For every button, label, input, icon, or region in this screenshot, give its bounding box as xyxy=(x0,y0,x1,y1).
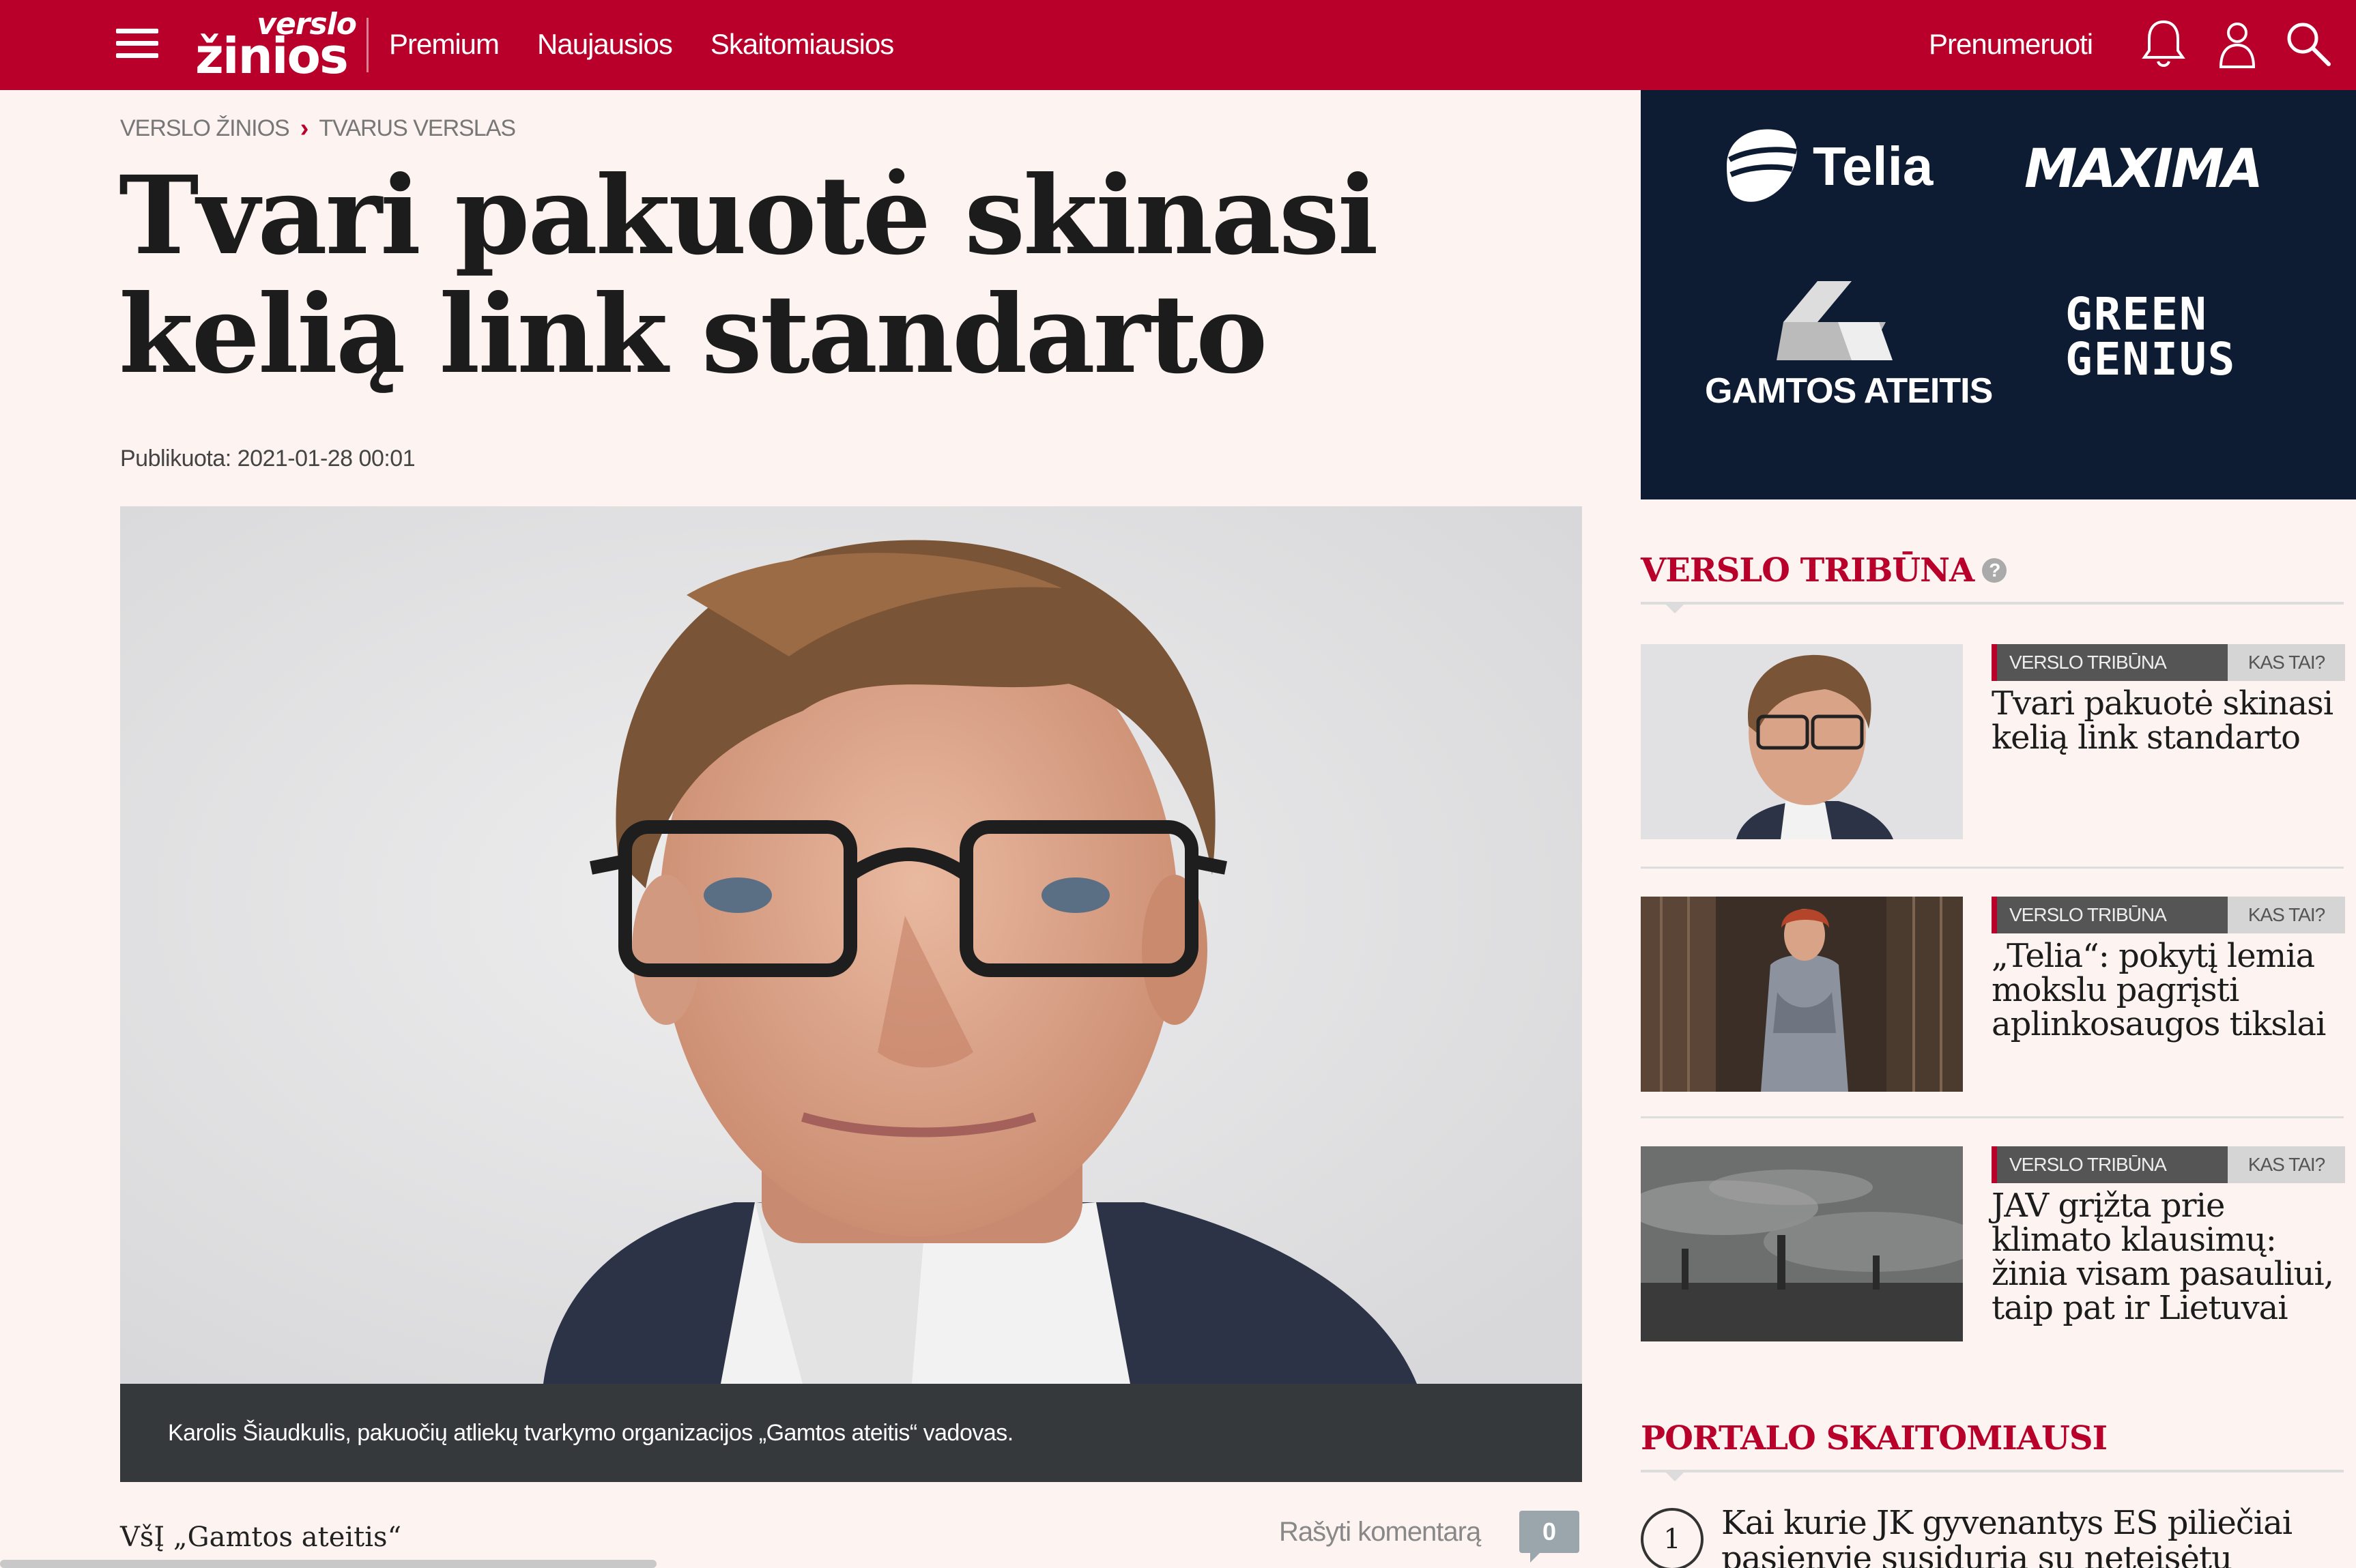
section-divider xyxy=(1641,602,2344,613)
section-title-tribuna: VERSLO TRIBŪNA ? xyxy=(1641,550,2007,591)
sidebar-article-card[interactable]: VERSLO TRIBŪNA KAS TAI? Tvari pakuotė ski… xyxy=(1641,644,2356,839)
photo-caption: Karolis Šiaudkulis, pakuočių atliekų tva… xyxy=(120,1384,1582,1482)
sidebar-article-card[interactable]: VERSLO TRIBŪNA KAS TAI? JAV grįžta prie k… xyxy=(1641,1146,2356,1341)
card-divider xyxy=(1641,867,2344,869)
nav-premium[interactable]: Premium xyxy=(389,22,500,67)
horizontal-scrollbar[interactable] xyxy=(0,1560,657,1568)
nav-most-read[interactable]: Skaitomiausios xyxy=(710,22,894,67)
card-tag[interactable]: VERSLO TRIBŪNA xyxy=(1992,1146,2228,1183)
card-tag[interactable]: VERSLO TRIBŪNA xyxy=(1992,897,2228,933)
section-title-text: VERSLO TRIBŪNA xyxy=(1641,551,1974,590)
card-tag[interactable]: VERSLO TRIBŪNA xyxy=(1992,644,2228,681)
maxima-logo: MAXIMA xyxy=(2024,139,2263,200)
article-title: Tvari pakuotė skinasi kelią link standar… xyxy=(119,153,1379,398)
green-genius-logo: GREEN GENIUS xyxy=(2065,292,2236,382)
card-divider xyxy=(1641,1116,2344,1118)
telia-wordmark: Telia xyxy=(1813,136,1934,197)
breadcrumb: VERSLO ŽINIOS › TVARUS VERSLAS xyxy=(120,113,516,143)
breadcrumb-section[interactable]: TVARUS VERSLAS xyxy=(319,113,516,143)
genius-word: GENIUS xyxy=(2065,333,2237,386)
article-photo xyxy=(120,506,1582,1384)
section-title-popular: PORTALO SKAITOMIAUSI xyxy=(1641,1418,2108,1459)
publish-date: Publikuota: 2021-01-28 00:01 xyxy=(120,446,416,471)
main-nav: Premium Naujausios Skaitomiausios xyxy=(389,22,894,67)
comment-count-badge[interactable]: 0 xyxy=(1519,1511,1579,1563)
card-title[interactable]: Tvari pakuotė skinasi kelią link standar… xyxy=(1992,686,2346,755)
subscribe-link[interactable]: Prenumeruoti xyxy=(1929,22,2093,67)
card-help-tag[interactable]: KAS TAI? xyxy=(2228,644,2345,681)
header-divider xyxy=(367,18,369,72)
popular-title[interactable]: Kai kurie JK gyvenantys ES piliečiai pas… xyxy=(1721,1505,2349,1568)
chevron-right-icon: › xyxy=(300,114,309,143)
sponsor-banner[interactable]: Telia MAXIMA GAMTOS ATEITIS GREEN GENIUS xyxy=(1641,90,2356,499)
bell-icon[interactable] xyxy=(2135,15,2192,72)
nav-latest[interactable]: Naujausios xyxy=(537,22,673,67)
card-thumbnail xyxy=(1641,897,1963,1092)
write-comment-link[interactable]: Rašyti komentarą xyxy=(1279,1515,1481,1549)
card-thumbnail xyxy=(1641,644,1963,839)
breadcrumb-home[interactable]: VERSLO ŽINIOS xyxy=(120,113,290,143)
card-thumbnail xyxy=(1641,1146,1963,1341)
article-author: VšĮ „Gamtos ateitis“ xyxy=(120,1522,402,1553)
telia-logo: Telia xyxy=(1720,124,1933,209)
search-icon[interactable] xyxy=(2280,15,2337,72)
card-title[interactable]: JAV grįžta prie klimato klausimų: žinia … xyxy=(1992,1189,2346,1325)
rank-badge: 1 xyxy=(1641,1508,1704,1568)
card-help-tag[interactable]: KAS TAI? xyxy=(2228,897,2345,933)
gamtos-ateitis-wordmark: GAMTOS ATEITIS xyxy=(1705,371,1993,411)
card-title[interactable]: „Telia“: pokytį lemia mokslu pagrįsti ap… xyxy=(1992,939,2346,1041)
top-navigation-bar: verslo žinios Premium Naujausios Skaitom… xyxy=(0,0,2356,90)
sidebar-article-card[interactable]: VERSLO TRIBŪNA KAS TAI? „Telia“: pokytį l… xyxy=(1641,897,2356,1092)
menu-icon[interactable] xyxy=(116,26,158,60)
telia-pebble-icon xyxy=(1727,129,1797,202)
user-icon[interactable] xyxy=(2209,15,2266,72)
green-word: GREEN xyxy=(2065,288,2208,340)
help-icon[interactable]: ? xyxy=(1982,558,2007,583)
section-title-text: PORTALO SKAITOMIAUSI xyxy=(1641,1419,2108,1457)
gamtos-ateitis-logo: GAMTOS ATEITIS xyxy=(1705,281,1993,411)
gamtos-ateitis-icon xyxy=(1777,281,1893,360)
logo-bottom-text: žinios xyxy=(195,27,349,85)
site-logo[interactable]: verslo žinios xyxy=(195,10,357,85)
section-divider xyxy=(1641,1470,2344,1481)
card-help-tag[interactable]: KAS TAI? xyxy=(2228,1146,2345,1183)
